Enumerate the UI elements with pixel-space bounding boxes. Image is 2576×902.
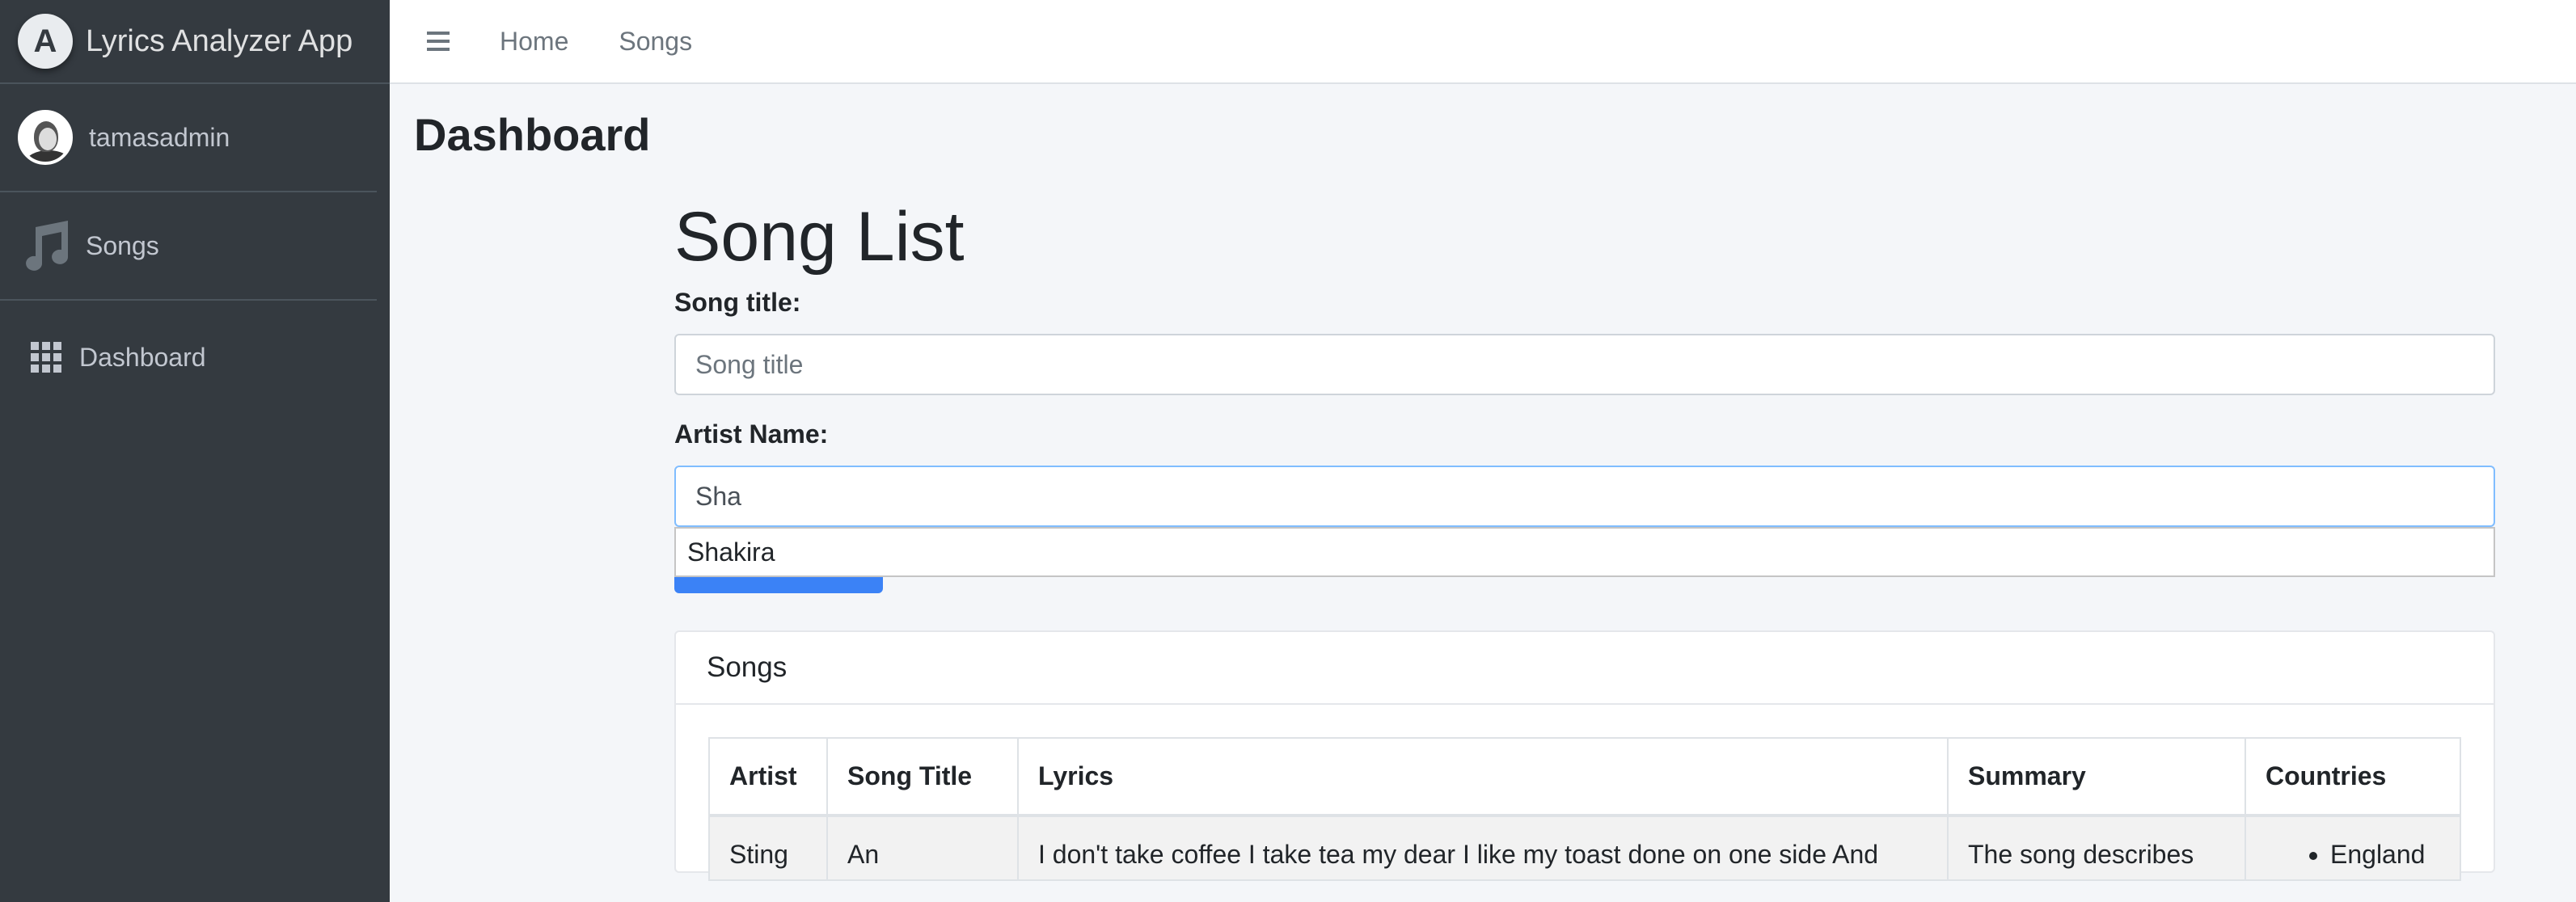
table-header-row: Artist Song Title Lyrics Summary Countri… bbox=[708, 737, 2461, 817]
brand-link[interactable]: A Lyrics Analyzer App bbox=[0, 0, 390, 84]
page-title: Dashboard bbox=[414, 109, 651, 160]
autocomplete-suggestion[interactable]: Shakira bbox=[674, 527, 2495, 577]
column-header-lyrics[interactable]: Lyrics bbox=[1017, 737, 1949, 817]
nav-link-songs[interactable]: Songs bbox=[619, 27, 692, 57]
top-navbar: Home Songs bbox=[390, 0, 2576, 84]
sidebar-item-label: Dashboard bbox=[79, 342, 206, 372]
sidebar-item-songs[interactable]: Songs bbox=[0, 192, 377, 301]
hamburger-icon[interactable] bbox=[427, 32, 450, 51]
artist-name-label: Artist Name: bbox=[674, 419, 829, 449]
cell-summary: The song describes bbox=[1947, 815, 2246, 881]
cell-lyrics: I don't take coffee I take tea my dear I… bbox=[1017, 815, 1949, 881]
song-title-input[interactable] bbox=[674, 334, 2495, 395]
song-list-title: Song List bbox=[674, 198, 965, 276]
sidebar-item-label: Songs bbox=[86, 230, 159, 260]
grid-icon bbox=[31, 342, 61, 373]
sidebar-item-dashboard[interactable]: Dashboard bbox=[0, 301, 390, 414]
cell-artist: Sting bbox=[708, 815, 828, 881]
song-list-section: Song List Song title: Artist Name: Shaki… bbox=[674, 198, 2495, 881]
user-panel[interactable]: tamasadmin bbox=[0, 84, 377, 192]
cell-song-title: An bbox=[826, 815, 1019, 881]
column-header-summary[interactable]: Summary bbox=[1947, 737, 2246, 817]
nav-link-home[interactable]: Home bbox=[500, 27, 568, 57]
songs-table: Artist Song Title Lyrics Summary Countri… bbox=[708, 737, 2461, 881]
artist-name-input[interactable] bbox=[674, 466, 2495, 527]
cell-countries: England bbox=[2244, 815, 2461, 881]
column-header-artist[interactable]: Artist bbox=[708, 737, 828, 817]
sidebar: A Lyrics Analyzer App tamasadmin Songs D… bbox=[0, 0, 390, 902]
table-row[interactable]: Sting An I don't take coffee I take tea … bbox=[708, 815, 2461, 881]
column-header-song-title[interactable]: Song Title bbox=[826, 737, 1019, 817]
song-title-label: Song title: bbox=[674, 288, 801, 317]
avatar bbox=[18, 110, 73, 165]
app-logo-icon: A bbox=[18, 14, 73, 69]
user-name[interactable]: tamasadmin bbox=[89, 123, 230, 153]
column-header-countries[interactable]: Countries bbox=[2244, 737, 2461, 817]
music-note-icon bbox=[18, 219, 71, 272]
app-name: Lyrics Analyzer App bbox=[86, 23, 353, 58]
card-title: Songs bbox=[676, 632, 2494, 705]
country-item: England bbox=[2330, 840, 2440, 870]
songs-card: Songs Artist Song Title Lyrics Summary C… bbox=[674, 630, 2495, 881]
